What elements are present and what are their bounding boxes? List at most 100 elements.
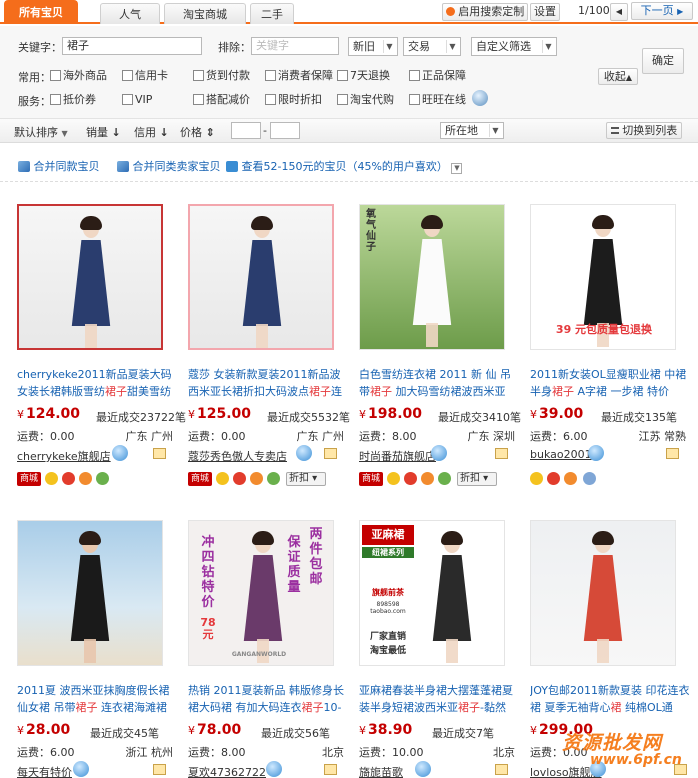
checkbox-7day-return[interactable]: 7天退换 (337, 69, 390, 82)
next-page-button[interactable]: 下一页 ▶ (631, 2, 693, 20)
checkbox-taobao-proxy[interactable]: 淘宝代购 (337, 93, 394, 106)
mall-badge: 商城 (17, 472, 41, 486)
product-title[interactable]: cherrykeke2011新品夏装大码女装长裙韩版雪纺裙子甜美雪纺 (17, 366, 177, 400)
custom-filter-select[interactable]: 自定义筛选 ▼ (471, 37, 557, 56)
shop-name-link[interactable]: 夏欢47362722 (188, 764, 266, 778)
gift-icon (438, 472, 451, 485)
checkbox-bundle-discount[interactable]: 搭配减价 (193, 93, 250, 106)
product-price: ¥28.00 (17, 722, 70, 738)
tab-second-hand[interactable]: 二手 (250, 3, 294, 24)
tab-taobao-mall[interactable]: 淘宝商城 (164, 3, 246, 24)
shipping-fee: 运费：10.00 (359, 746, 424, 759)
yuan-sign: ¥ (530, 724, 537, 737)
product-title[interactable]: 热销 2011夏装新品 韩版修身长裙大码裙 有加大码连衣裙子10- (188, 682, 348, 716)
price-range-suggest-link[interactable]: 查看52-150元的宝贝（45%的用户喜欢） ▼ (226, 158, 463, 174)
product-photo[interactable]: 冲四钻特价 78元 两件包邮 保证质量 GANGANWORLD (188, 520, 334, 666)
sort-default[interactable]: 默认排序 ▼ (14, 124, 68, 140)
product-title[interactable]: 白色雪纺连衣裙 2011 新 仙 吊带裙子 加大码雪纺裙波西米亚 (359, 366, 519, 400)
checkbox-wangwang-online[interactable]: 旺旺在线 (409, 93, 466, 106)
sort-price[interactable]: 价格 ⇕ (180, 124, 215, 140)
shipping-fee: 运费：6.00 (17, 746, 75, 759)
sort-credit[interactable]: 信用 ↓ (134, 124, 169, 140)
product-photo[interactable] (17, 520, 163, 666)
product-title[interactable]: 蔻莎 女装新款夏装2011新品波西米亚长裙折扣大码波点裙子连 (188, 366, 348, 400)
chevron-down-icon: ▼ (542, 40, 554, 53)
wangwang-icon[interactable] (73, 761, 89, 777)
shop-name-link[interactable]: 蔻莎秀色傲人专卖店 (188, 448, 287, 464)
model-legs (85, 324, 97, 348)
product-price: ¥124.00 (17, 406, 80, 422)
flower-icon (564, 472, 577, 485)
custom-search-button[interactable]: 启用搜索定制 (442, 3, 528, 21)
product-photo[interactable] (17, 204, 163, 350)
product-title[interactable]: 2011新女装OL显瘦职业裙 中裙半身裙子 A字裙 一步裙 特价 (530, 366, 690, 400)
product-photo[interactable]: 氧气仙子 (359, 204, 505, 350)
checkbox-time-discount[interactable]: 限时折扣 (265, 93, 322, 106)
collapse-button[interactable]: 收起▲ (598, 68, 638, 85)
promo-text: 厂家直销 (369, 632, 406, 642)
product-title[interactable]: JOY包邮2011新款夏装 印花连衣裙 夏季无袖背心裙 纯棉OL通 (530, 682, 690, 716)
shop-name-link[interactable]: 旖旎苗歌 (359, 764, 403, 778)
discount-badge[interactable]: 折扣 ▾ (286, 472, 326, 486)
checkbox-cod[interactable]: 货到付款 (193, 69, 250, 82)
shop-name-link[interactable]: 每天有特价 (17, 764, 72, 778)
seller-location: 广东 广州 (125, 430, 174, 443)
shipping-fee: 运费：8.00 (359, 430, 417, 443)
shop-name-link[interactable]: cherrykeke旗舰店 (17, 448, 111, 464)
checkbox-consumer-protection[interactable]: 消费者保障 (265, 69, 333, 82)
product-title[interactable]: 亚麻裙春装半身裙大摆蓬蓬裙夏装半身短裙波西米亚裙子-黏然 (359, 682, 519, 716)
checkbox-credit-card[interactable]: 信用卡 (122, 69, 168, 82)
switch-to-list-button[interactable]: 切换到列表 (606, 122, 682, 139)
checkbox-label: 正品保障 (422, 69, 466, 82)
checkbox-genuine[interactable]: 正品保障 (409, 69, 466, 82)
checkbox-label: 7天退换 (350, 69, 390, 82)
model-legs (597, 639, 609, 663)
wangwang-icon[interactable] (266, 761, 282, 777)
chevron-down-icon: ▼ (61, 129, 68, 138)
price-min-input[interactable] (231, 122, 261, 139)
merge-same-sellers-link[interactable]: 合并同类卖家宝贝 (117, 158, 221, 174)
sort-sales[interactable]: 销量 ↓ (86, 124, 121, 140)
wangwang-icon[interactable] (296, 445, 312, 461)
model-hair (79, 531, 101, 545)
chevron-right-icon: ▶ (677, 7, 684, 16)
chevron-down-icon: ▼ (383, 40, 395, 53)
wangwang-icon[interactable] (431, 445, 447, 461)
wangwang-icon[interactable] (112, 445, 128, 461)
wangwang-icon[interactable] (415, 761, 431, 777)
sort-credit-label: 信用 (134, 126, 156, 139)
product-photo[interactable] (188, 204, 334, 350)
promo-text: 冲四钻特价 (201, 535, 215, 610)
tab-popularity[interactable]: 人气 (100, 3, 160, 24)
discount-badge[interactable]: 折扣 ▾ (457, 472, 497, 486)
shop-name-link[interactable]: 时尚番茄旗舰店 (359, 448, 436, 464)
magnifier-icon (583, 472, 596, 485)
shop-name-link[interactable]: bukao2001 (530, 448, 592, 461)
checkbox-vip[interactable]: VIP (122, 93, 152, 106)
title-text: 纯棉OL通 (621, 701, 673, 714)
prev-page-button[interactable]: ◀ (610, 3, 628, 21)
title-text: 连衣裙海滩裙 (97, 701, 167, 714)
exclude-input[interactable]: 关键字 (251, 37, 339, 55)
common-label: 常用： (18, 71, 51, 84)
product-photo[interactable] (530, 520, 676, 666)
product-photo[interactable]: 39 元包质量包退换 (530, 204, 676, 350)
tab-all-items[interactable]: 所有宝贝 (4, 0, 78, 24)
checkbox-voucher[interactable]: 抵价券 (50, 93, 96, 106)
title-keyword: 裙子 (105, 385, 127, 398)
checkbox-overseas[interactable]: 海外商品 (50, 69, 107, 82)
trade-select[interactable]: 交易 ▼ (403, 37, 461, 56)
location-select[interactable]: 所在地 ▼ (440, 122, 504, 139)
wangwang-icon[interactable] (588, 445, 604, 461)
recent-sales: 最近成交5532笔 (267, 411, 350, 424)
product-price: ¥198.00 (359, 406, 422, 422)
merge-same-items-link[interactable]: 合并同款宝贝 (18, 158, 100, 174)
confirm-button[interactable]: 确定 (642, 48, 684, 74)
new-old-select[interactable]: 新旧 ▼ (348, 37, 398, 56)
settings-button[interactable]: 设置 (530, 3, 560, 21)
price-max-input[interactable] (270, 122, 300, 139)
product-title[interactable]: 2011夏 波西米亚抹胸度假长裙仙女裙 吊带裙子 连衣裙海滩裙 (17, 682, 177, 716)
keyword-input[interactable]: 裙子 (62, 37, 202, 55)
product-photo[interactable]: 亚麻裙 纽裙系列 旗舰前茶 898598 taobao.com 厂家直销 淘宝最低 (359, 520, 505, 666)
location-select-label: 所在地 (445, 124, 478, 137)
